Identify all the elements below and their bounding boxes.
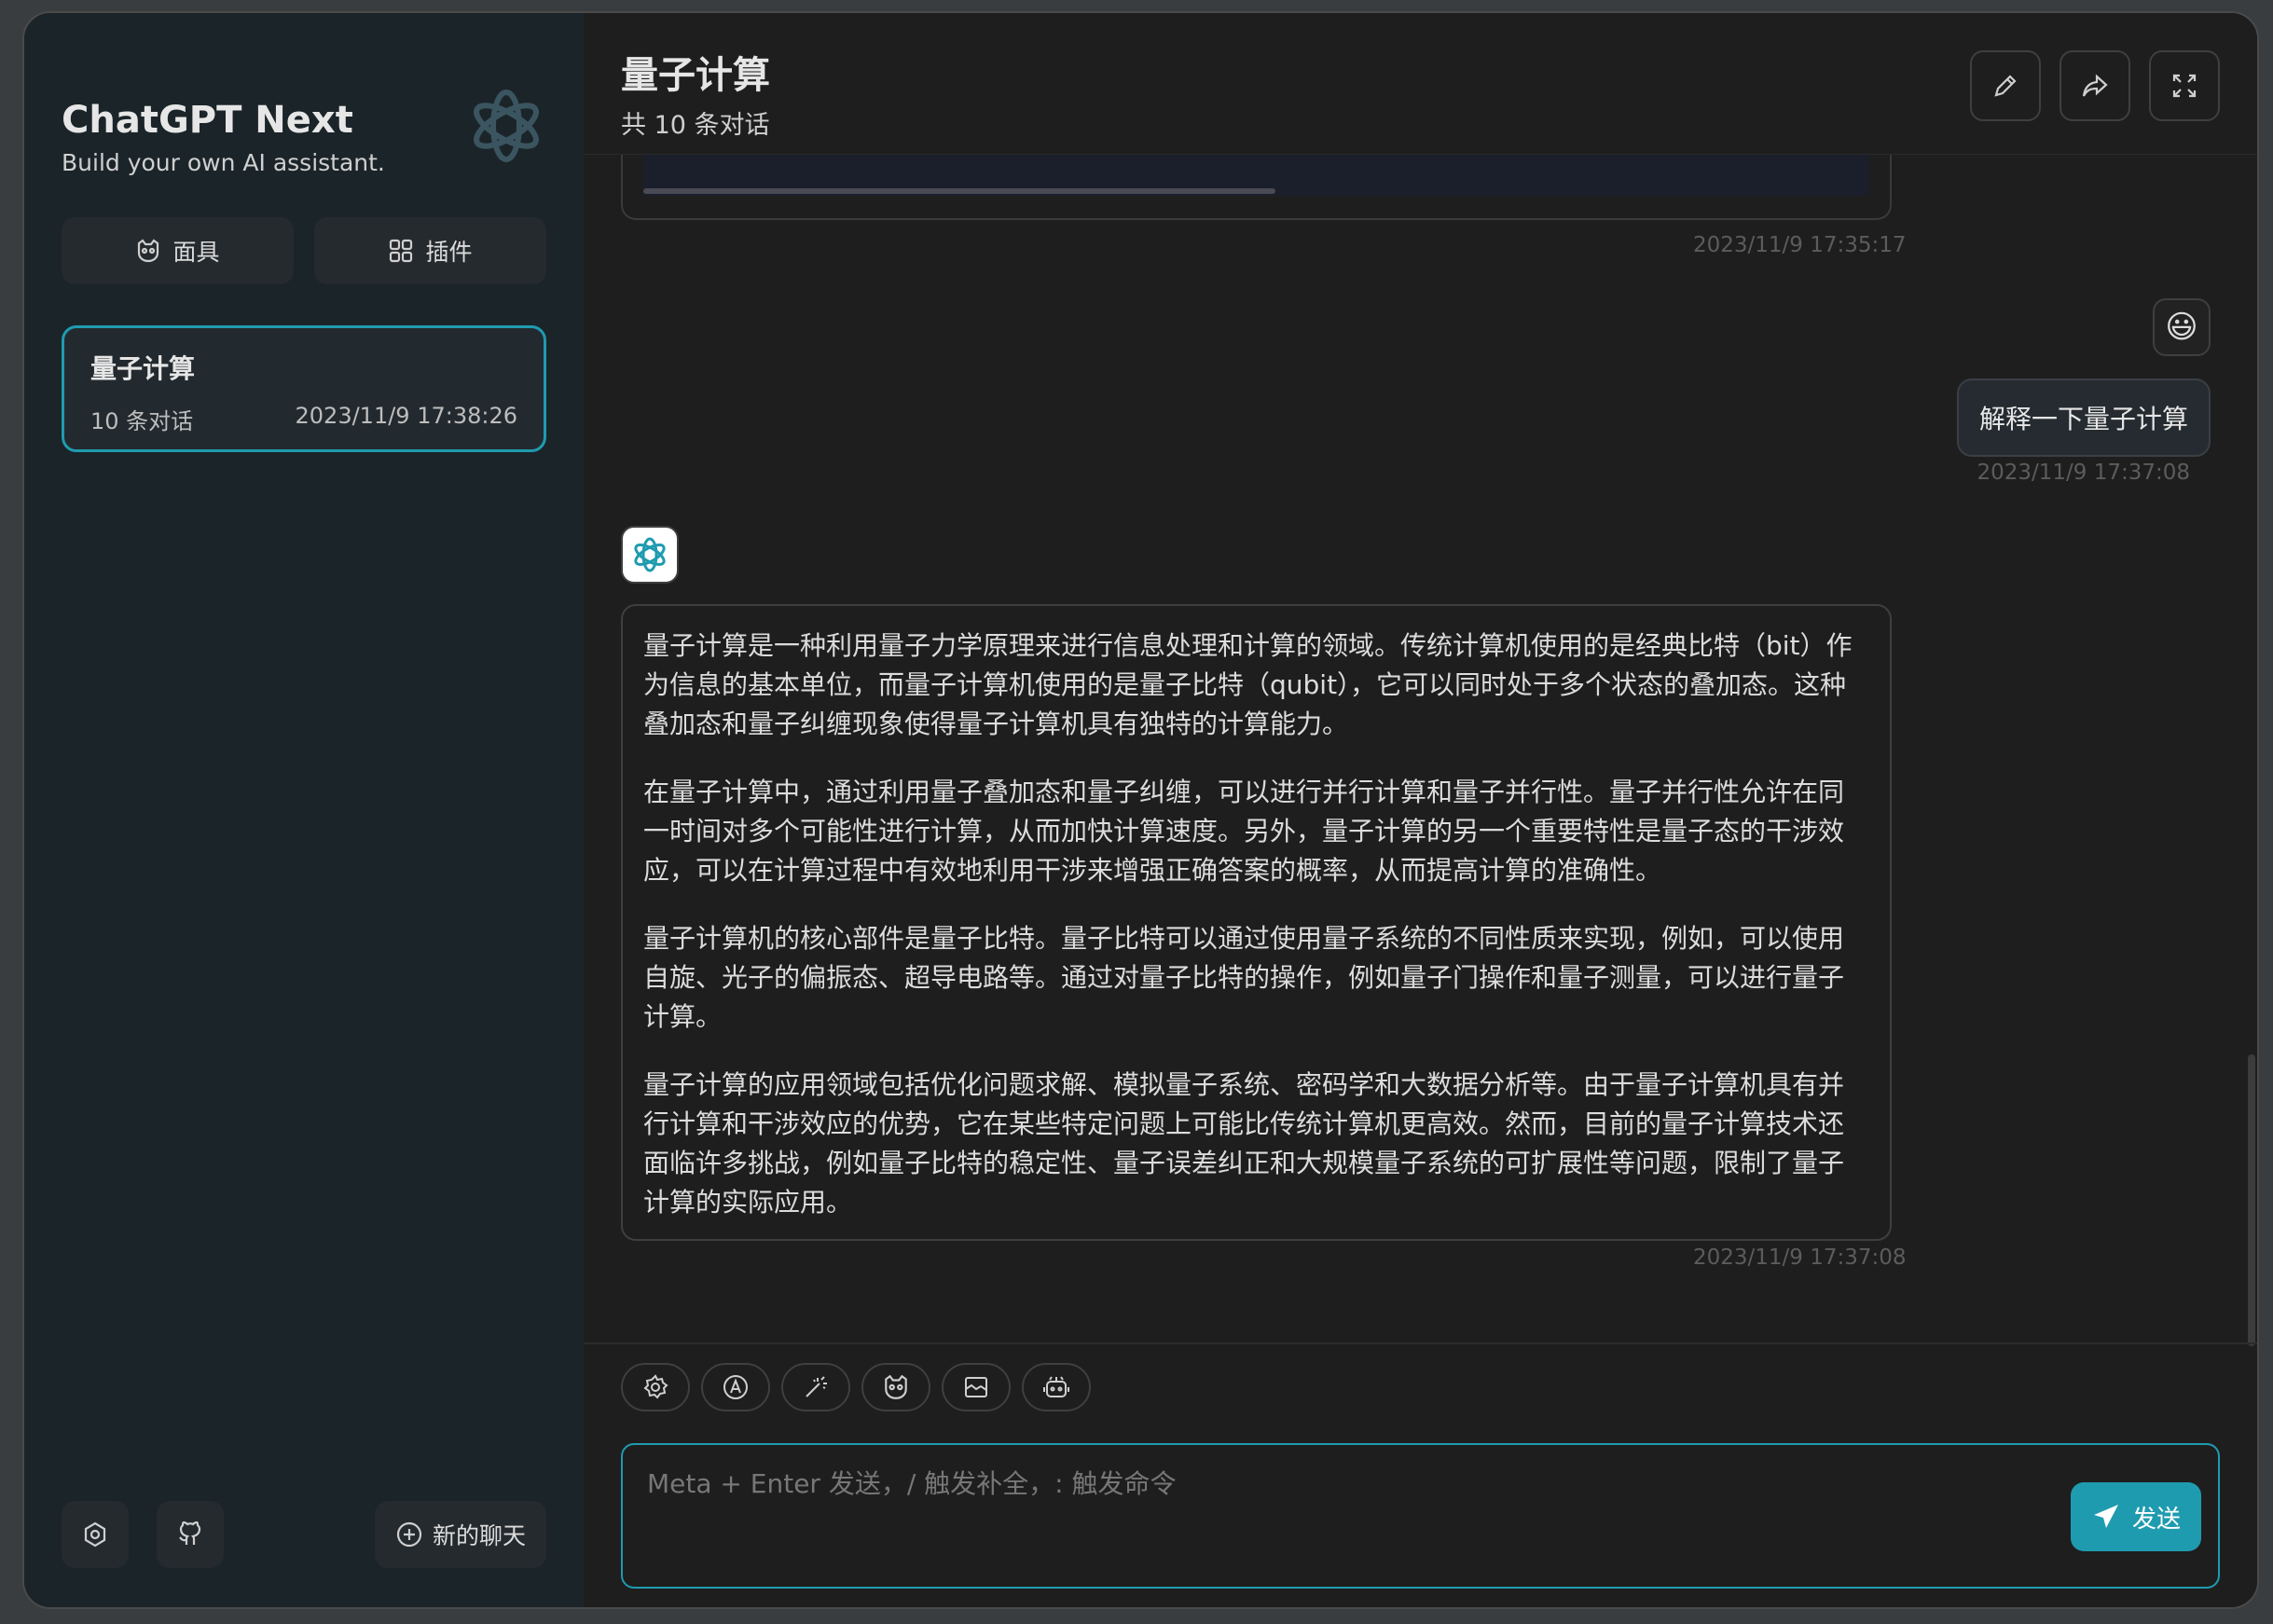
bot-avatar[interactable] bbox=[621, 526, 679, 584]
new-chat-button[interactable]: 新的聊天 bbox=[374, 1501, 546, 1568]
code-horizontal-scrollbar[interactable] bbox=[643, 188, 1275, 194]
mask-button[interactable]: 面具 bbox=[62, 217, 294, 284]
rename-button[interactable] bbox=[1970, 50, 2041, 121]
clear-context-button[interactable] bbox=[942, 1363, 1011, 1411]
openai-logo-icon bbox=[464, 84, 548, 168]
github-icon bbox=[176, 1521, 204, 1548]
chat-header: 量子计算 共 10 条对话 bbox=[584, 13, 2257, 155]
plugin-button[interactable]: 插件 bbox=[314, 217, 546, 284]
mask-icon bbox=[135, 238, 161, 264]
bot-paragraph: 量子计算的应用领域包括优化问题求解、模拟量子系统、密码学和大数据分析等。由于量子… bbox=[643, 1069, 1845, 1218]
theme-toggle-button[interactable] bbox=[701, 1363, 770, 1411]
grid-icon bbox=[388, 238, 414, 264]
header-actions bbox=[1970, 50, 2220, 121]
openai-logo-icon bbox=[629, 534, 670, 575]
user-avatar[interactable]: 😃 bbox=[2153, 298, 2211, 356]
chat-settings-button[interactable] bbox=[621, 1363, 690, 1411]
mask-action-button[interactable] bbox=[861, 1363, 930, 1411]
app-window: ChatGPT Next Build your own AI assistant… bbox=[22, 11, 2259, 1609]
expand-icon bbox=[2170, 71, 2199, 101]
bot-paragraph: 在量子计算中，通过利用量子叠加态和量子纠缠，可以进行并行计算和量子并行性。量子并… bbox=[643, 777, 1845, 886]
sidebar: ChatGPT Next Build your own AI assistant… bbox=[24, 13, 584, 1607]
plugin-button-label: 插件 bbox=[425, 239, 473, 266]
prompt-button[interactable] bbox=[781, 1363, 850, 1411]
plus-circle-icon bbox=[395, 1521, 423, 1548]
mask-icon bbox=[882, 1373, 910, 1401]
chat-list-item[interactable]: 量子计算 10 条对话 2023/11/9 17:38:26 bbox=[62, 325, 546, 452]
message-input[interactable]: Meta + Enter 发送，/ 触发补全，: 触发命令 bbox=[621, 1443, 2220, 1589]
auto-theme-icon bbox=[722, 1373, 750, 1401]
input-panel: Meta + Enter 发送，/ 触发补全，: 触发命令 发送 bbox=[584, 1342, 2257, 1607]
chat-item-count: 10 条对话 bbox=[90, 408, 194, 434]
bot-paragraph: 量子计算是一种利用量子力学原理来进行信息处理和计算的领域。传统计算机使用的是经典… bbox=[643, 630, 1853, 739]
message-timestamp: 2023/11/9 17:37:08 bbox=[1977, 461, 2190, 485]
message-timestamp: 2023/11/9 17:37:08 bbox=[1693, 1246, 1907, 1270]
chat-scrollbar[interactable] bbox=[2248, 1054, 2255, 1346]
mask-button-label: 面具 bbox=[172, 239, 220, 266]
send-button[interactable]: 发送 bbox=[2070, 1482, 2201, 1551]
sidebar-tool-row: 面具 插件 bbox=[62, 217, 546, 284]
settings-button[interactable] bbox=[62, 1501, 129, 1568]
chat-main: 量子计算 共 10 条对话 2023/11/9 17:35:17 😃 解释一下量… bbox=[584, 13, 2257, 1607]
send-icon bbox=[2091, 1502, 2121, 1532]
message-list[interactable]: 2023/11/9 17:35:17 😃 解释一下量子计算 2023/11/9 … bbox=[584, 155, 2257, 1346]
message-timestamp: 2023/11/9 17:35:17 bbox=[1693, 233, 1907, 257]
send-button-label: 发送 bbox=[2131, 1505, 2181, 1534]
previous-code-block bbox=[621, 155, 1892, 220]
chat-action-row bbox=[621, 1363, 2220, 1411]
magic-wand-icon bbox=[802, 1373, 830, 1401]
bot-message: 量子计算是一种利用量子力学原理来进行信息处理和计算的领域。传统计算机使用的是经典… bbox=[621, 604, 1892, 1241]
bot-paragraph: 量子计算机的核心部件是量子比特。量子比特可以通过使用量子系统的不同性质来实现，例… bbox=[643, 923, 1845, 1032]
pencil-icon bbox=[1991, 71, 2020, 101]
robot-icon bbox=[1042, 1373, 1070, 1401]
sidebar-footer: 新的聊天 bbox=[62, 1501, 546, 1568]
fullscreen-button[interactable] bbox=[2149, 50, 2220, 121]
image-break-icon bbox=[962, 1373, 990, 1401]
chat-item-time: 2023/11/9 17:38:26 bbox=[295, 403, 517, 429]
model-select-button[interactable] bbox=[1022, 1363, 1091, 1411]
share-button[interactable] bbox=[2059, 50, 2130, 121]
chat-item-title: 量子计算 bbox=[90, 353, 196, 384]
github-button[interactable] bbox=[157, 1501, 224, 1568]
share-icon bbox=[2080, 71, 2110, 101]
new-chat-label: 新的聊天 bbox=[432, 1522, 526, 1549]
settings-icon bbox=[81, 1521, 109, 1548]
gear-icon bbox=[641, 1373, 669, 1401]
user-message: 解释一下量子计算 bbox=[1956, 378, 2211, 457]
